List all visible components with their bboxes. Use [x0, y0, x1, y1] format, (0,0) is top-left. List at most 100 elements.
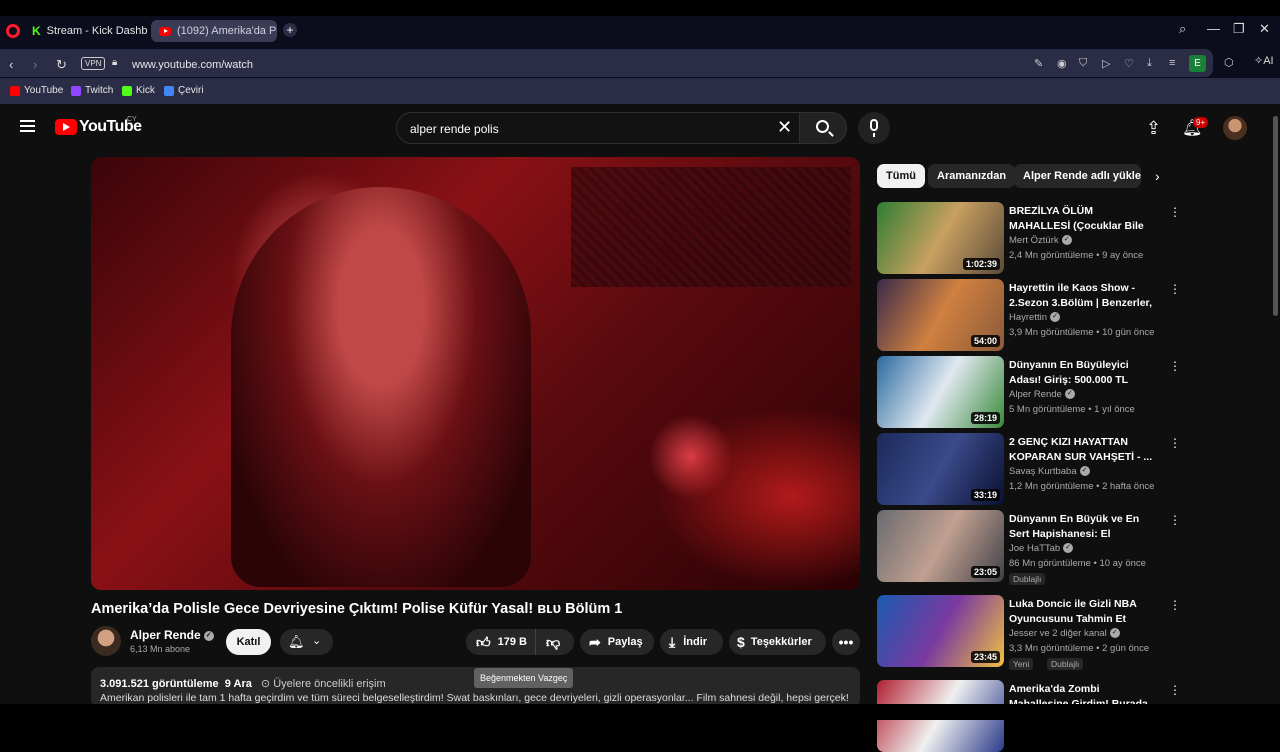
video-thumbnail[interactable]: 1:02:39	[877, 202, 1004, 274]
search-input[interactable]: alper rende polis ✕	[396, 112, 800, 144]
more-options-icon[interactable]: ⋮	[1169, 359, 1181, 373]
extension-e-button[interactable]: E	[1189, 55, 1206, 72]
video-thumbnail[interactable]: 23:05	[877, 510, 1004, 582]
chip-from-uploader[interactable]: Alper Rende adlı yükleyici	[1014, 164, 1141, 188]
more-actions-button[interactable]: •••	[832, 629, 860, 655]
verified-icon: ✓	[1050, 312, 1061, 323]
tab-label: Stream - Kick Dashboard	[46, 25, 148, 37]
recommendation-title[interactable]: Luka Doncic ile Gizli NBA Oyuncusunu Tah…	[1009, 597, 1157, 627]
more-options-icon[interactable]: ⋮	[1169, 282, 1181, 296]
more-options-icon[interactable]: ⋮	[1169, 205, 1181, 219]
hamburger-menu-icon[interactable]	[20, 120, 35, 132]
recommendation-channel[interactable]: Mert Öztürk ✓	[1009, 235, 1072, 246]
recommendation-title[interactable]: Dünyanın En Büyük ve En Sert Hapishanesi…	[1009, 512, 1157, 542]
maximize-button[interactable]: ❐	[1233, 21, 1245, 37]
bookmark-youtube[interactable]: YouTube	[10, 85, 63, 96]
download-label: İndir	[683, 636, 708, 648]
video-thumbnail[interactable]: 54:00	[877, 279, 1004, 351]
video-thumbnail[interactable]: 23:45	[877, 595, 1004, 667]
more-options-icon[interactable]: ⋮	[1169, 598, 1181, 612]
recommendation-item[interactable]: 23:05 Dünyanın En Büyük ve En Sert Hapish…	[877, 510, 1181, 585]
minimize-button[interactable]: —	[1207, 21, 1220, 36]
like-dislike-group: 👍︎ 179 B 👎︎	[466, 629, 574, 655]
bookmarks-bar: YouTube Twitch Kick Çeviri	[0, 78, 1280, 104]
voice-search-button[interactable]	[858, 112, 890, 144]
recommendation-channel[interactable]: Alper Rende ✓	[1009, 389, 1075, 400]
tab-kick-dashboard[interactable]: K Stream - Kick Dashboard	[24, 20, 148, 42]
bookmark-translate[interactable]: Çeviri	[164, 85, 204, 96]
recommendation-title[interactable]: 2 GENÇ KIZI HAYATTAN KOPARAN SUR VAHŞETİ…	[1009, 435, 1157, 465]
chip-from-search[interactable]: Aramanızdan	[928, 164, 1016, 188]
camera-icon[interactable]: ◉	[1057, 57, 1067, 70]
recommendation-item[interactable]: 33:19 2 GENÇ KIZI HAYATTAN KOPARAN SUR VA…	[877, 433, 1181, 505]
recommendation-title[interactable]: BREZİLYA ÖLÜM MAHALLESİ (Çocuklar Bile S…	[1009, 204, 1157, 234]
download-icon[interactable]: ⤓	[1147, 57, 1152, 70]
chip-all[interactable]: Tümü	[877, 164, 925, 188]
recommendation-channel[interactable]: Hayrettin ✓	[1009, 312, 1061, 323]
scrollbar-thumb[interactable]	[1273, 116, 1278, 316]
video-thumbnail[interactable]: 33:19	[877, 433, 1004, 505]
channel-avatar[interactable]	[91, 626, 121, 656]
edit-icon[interactable]: ✎	[1034, 57, 1043, 70]
video-thumbnail[interactable]: 28:19	[877, 356, 1004, 428]
chevron-right-icon[interactable]: ›	[1155, 168, 1160, 184]
recommendation-channel[interactable]: Joe HaTTab ✓	[1009, 543, 1074, 554]
shield-icon[interactable]: ⛉	[1079, 57, 1087, 70]
lock-icon[interactable]: 🔒︎	[112, 57, 117, 68]
recommendation-item[interactable]: 1:02:39 BREZİLYA ÖLÜM MAHALLESİ (Çocuklar…	[877, 202, 1181, 274]
youtube-logo-icon[interactable]	[55, 119, 77, 135]
thanks-label: Teşekkürler	[750, 636, 812, 648]
upload-icon[interactable]: ⇪	[1146, 118, 1161, 139]
tab-search-icon[interactable]: ⌕	[1179, 21, 1186, 37]
more-options-icon[interactable]: ⋮	[1169, 683, 1181, 697]
reload-icon[interactable]: ↻	[56, 57, 67, 73]
vpn-badge[interactable]: VPN	[81, 57, 106, 70]
join-button[interactable]: Katıl	[226, 629, 271, 655]
cube-icon[interactable]: ⬡	[1224, 56, 1234, 69]
subscribed-notifications-button[interactable]: 🔔︎ ⌄	[280, 629, 333, 655]
member-access-label: Üyelere öncelikli erişim	[273, 678, 386, 690]
dislike-button[interactable]: 👎︎	[536, 634, 560, 651]
more-options-icon[interactable]: ⋮	[1169, 513, 1181, 527]
recommendation-title[interactable]: Hayrettin ile Kaos Show - 2.Sezon 3.Bölü…	[1009, 281, 1157, 311]
download-button[interactable]: ⤓ İndir	[660, 629, 723, 655]
video-duration: 1:02:39	[962, 258, 1000, 270]
url-field[interactable]: www.youtube.com/watch	[132, 59, 253, 71]
ai-button[interactable]: ✧AI	[1254, 54, 1274, 67]
more-options-icon[interactable]: ⋮	[1169, 436, 1181, 450]
page-scrollbar[interactable]	[1271, 104, 1280, 704]
recommendation-channel[interactable]: Jesser ve 2 diğer kanal ✓	[1009, 628, 1120, 639]
channel-label: Mert Öztürk	[1009, 235, 1059, 246]
play-icon[interactable]: ▷	[1102, 57, 1110, 70]
channel-name[interactable]: Alper Rende ✓	[130, 628, 214, 642]
recommendation-item[interactable]: 23:45 Luka Doncic ile Gizli NBA Oyuncusun…	[877, 595, 1181, 670]
share-button[interactable]: ➦ Paylaş	[580, 629, 654, 655]
back-icon[interactable]: ‹	[9, 57, 13, 72]
recommendation-item[interactable]: 54:00 Hayrettin ile Kaos Show - 2.Sezon 3…	[877, 279, 1181, 351]
bookmark-twitch[interactable]: Twitch	[71, 85, 113, 96]
twitch-icon	[71, 85, 81, 96]
opera-logo-icon[interactable]	[6, 24, 20, 38]
user-avatar[interactable]	[1223, 116, 1247, 140]
heart-icon[interactable]: ♡	[1124, 57, 1134, 70]
bookmark-label: YouTube	[24, 85, 64, 96]
thanks-button[interactable]: $ Teşekkürler	[729, 629, 826, 655]
forward-icon[interactable]: ›	[33, 57, 37, 72]
recommendation-channel[interactable]: Savaş Kurtbaba ✓	[1009, 466, 1090, 477]
channel-label: Alper Rende	[1009, 389, 1062, 400]
new-tab-button[interactable]: +	[283, 23, 297, 37]
verified-icon: ✓	[1063, 543, 1074, 554]
close-window-button[interactable]: ✕	[1259, 21, 1270, 37]
menu-icon[interactable]: ≡	[1169, 57, 1175, 69]
search-button[interactable]	[799, 112, 847, 144]
clear-search-icon[interactable]: ✕	[777, 117, 792, 138]
recommendation-item[interactable]: 28:19 Dünyanın En Büyüleyici Adası! Giriş…	[877, 356, 1181, 428]
bookmark-kick[interactable]: Kick	[122, 85, 155, 96]
video-player[interactable]	[91, 157, 860, 590]
recommendation-title[interactable]: Dünyanın En Büyüleyici Adası! Giriş: 500…	[1009, 358, 1157, 388]
recommendation-meta: 3,9 Mn görüntüleme • 10 gün önce	[1009, 327, 1155, 338]
tab-youtube-video[interactable]: (1092) Amerika'da Polisle	[151, 20, 277, 42]
channel-label: Jesser ve 2 diğer kanal	[1009, 628, 1107, 639]
video-title: Amerika’da Polisle Gece Devriyesine Çıkt…	[91, 601, 623, 617]
like-button[interactable]: 👍︎ 179 B	[466, 629, 536, 655]
